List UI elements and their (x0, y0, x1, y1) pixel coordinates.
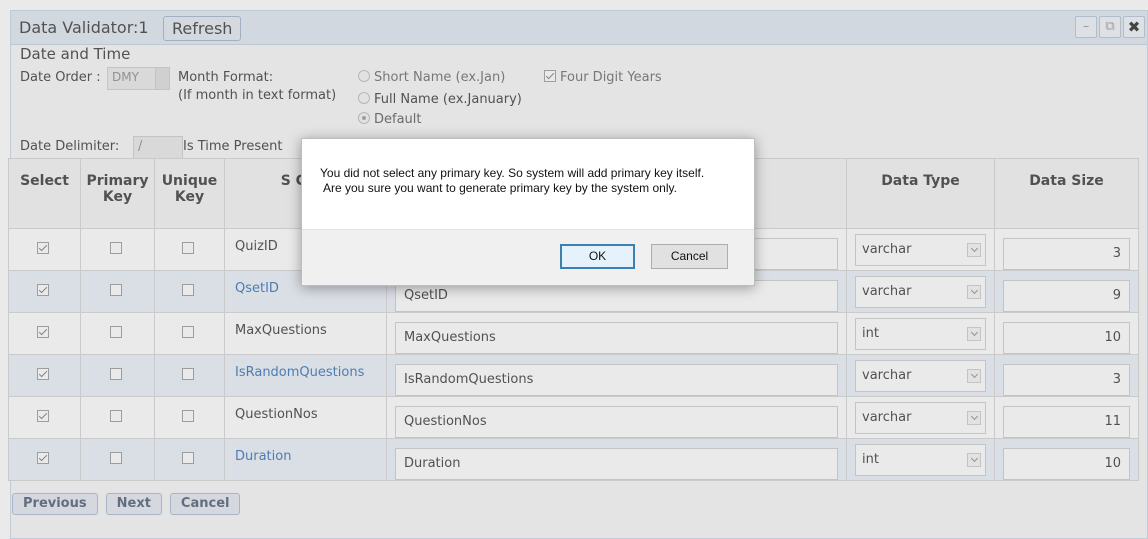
dialog-message-line1: You did not select any primary key. So s… (320, 166, 705, 180)
dialog-footer: OK Cancel (302, 229, 754, 285)
ok-button[interactable]: OK (560, 244, 635, 269)
confirm-dialog: You did not select any primary key. So s… (301, 138, 755, 286)
dialog-message: You did not select any primary key. So s… (320, 166, 750, 196)
dialog-message-line2: Are you sure you want to generate primar… (323, 181, 677, 195)
dialog-cancel-button[interactable]: Cancel (651, 244, 728, 269)
